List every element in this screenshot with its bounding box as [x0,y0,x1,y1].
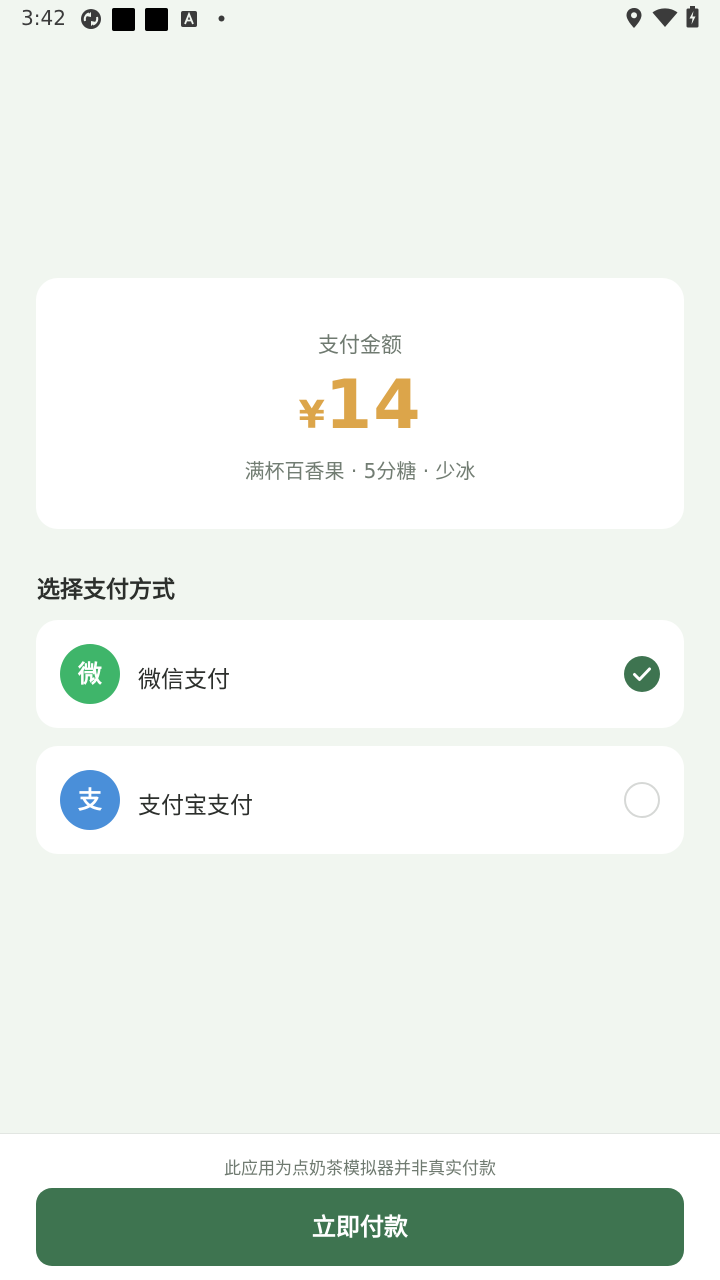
pay-now-button[interactable]: 立即付款 [36,1188,684,1266]
alipay-avatar-icon: 支 [60,770,120,830]
status-bar: 3:42 [0,0,720,38]
payment-method-title: 选择支付方式 [37,577,175,603]
font-a-icon [181,11,197,27]
payment-option-wechat[interactable]: 微 微信支付 [36,620,684,728]
disclaimer-text: 此应用为点奶茶模拟器并非真实付款 [224,1159,496,1179]
battery-charging-icon [686,6,699,28]
amount-card: 支付金额 ¥14 满杯百香果 · 5分糖 · 少冰 [36,278,684,529]
wechat-avatar-icon: 微 [60,644,120,704]
bottom-bar: 此应用为点奶茶模拟器并非真实付款 立即付款 [0,1133,720,1280]
payment-option-label: 微信支付 [138,667,230,693]
sync-icon [81,9,101,29]
status-time: 3:42 [21,6,66,30]
order-description: 满杯百香果 · 5分糖 · 少冰 [244,459,476,483]
wifi-icon [652,8,678,27]
checkmark-icon [633,667,651,681]
payment-page: 3:42 支付金额 ¥14 满杯百香果 · 5分糖 · 少冰 选择支付方式 微 … [0,0,720,1280]
location-icon [626,8,642,28]
amount-label: 支付金额 [318,333,402,357]
amount-display: ¥14 [36,366,684,446]
currency-symbol: ¥ [298,393,325,437]
square-notification-icon [145,8,168,31]
amount-value: 14 [324,366,422,445]
payment-option-label: 支付宝支付 [138,793,253,819]
unselected-radio-icon[interactable] [624,782,660,818]
selected-check-icon[interactable] [624,656,660,692]
square-notification-icon [112,8,135,31]
dot-icon [218,15,225,22]
payment-option-alipay[interactable]: 支 支付宝支付 [36,746,684,854]
